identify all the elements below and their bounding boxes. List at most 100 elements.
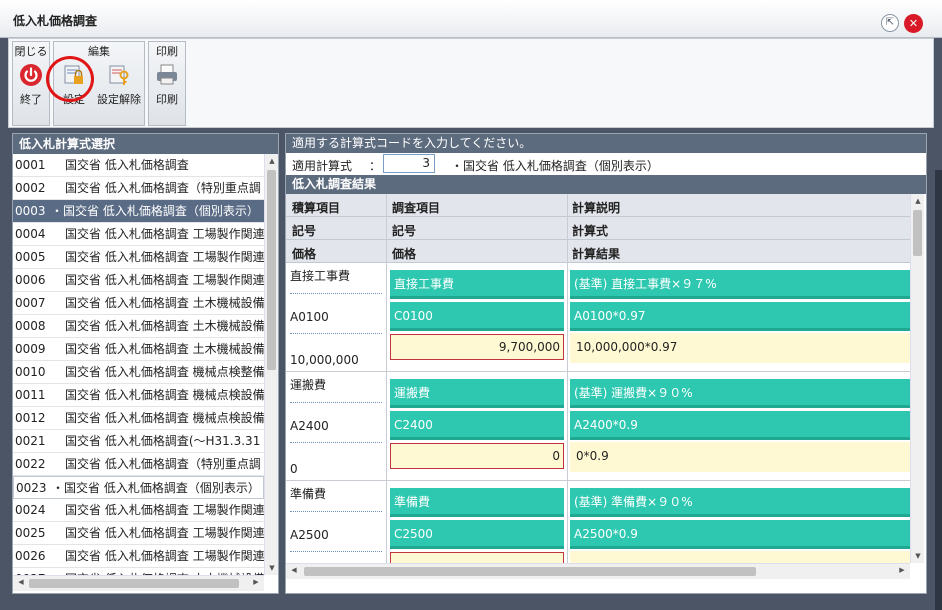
formula-list-item[interactable]: 0024 国交省 低入札価格調査 工場製作関連 — [13, 499, 264, 522]
item-name: 運搬費 — [290, 378, 327, 392]
formula-list: 0001 国交省 低入札価格調査 0002 国交省 低入札価格調査（特別重点調 0003… — [13, 154, 264, 575]
column-divider — [567, 194, 568, 563]
formula-code-input[interactable]: 3 — [383, 154, 435, 173]
calc-description-cell[interactable]: (基準) 直接工事費×９７% — [570, 270, 910, 299]
survey-item-cell[interactable]: 運搬費 — [390, 379, 564, 408]
title-bar: 低入札価格調査 ⇱ ✕ — [0, 0, 942, 38]
survey-price-input[interactable]: 9,700,000 — [390, 334, 564, 360]
formula-list-item[interactable]: 0025 国交省 低入札価格調査 工場製作関連 — [13, 522, 264, 545]
print-button[interactable]: 印刷 — [151, 60, 183, 120]
scroll-right-icon[interactable]: ▶ — [249, 578, 263, 586]
survey-item-cell[interactable]: 直接工事費 — [390, 270, 564, 299]
window-edge — [935, 170, 942, 610]
list-vertical-scrollbar[interactable]: ▲ ▼ — [264, 154, 278, 575]
survey-price-input[interactable]: 0 — [390, 443, 564, 469]
formula-name: 国交省 低入札価格調査 工場製作関連 — [65, 526, 264, 540]
formula-name: 国交省 低入札価格調査 土木機械設備 — [65, 342, 264, 356]
survey-price-input[interactable] — [390, 552, 564, 563]
survey-code-cell[interactable]: C2400 — [390, 411, 564, 440]
popout-icon[interactable]: ⇱ — [881, 14, 899, 32]
scroll-down-icon[interactable]: ▼ — [265, 564, 279, 572]
formula-list-item[interactable]: 0001 国交省 低入札価格調査 — [13, 154, 264, 177]
calc-formula-cell[interactable]: A0100*0.97 — [570, 302, 910, 331]
formula-list-item[interactable]: 0004 国交省 低入札価格調査 工場製作関連 — [13, 223, 264, 246]
formula-code: 0007 — [15, 296, 46, 310]
calc-description-cell[interactable]: (基準) 準備費×９０% — [570, 488, 910, 517]
formula-list-item[interactable]: 0002 国交省 低入札価格調査（特別重点調 — [13, 177, 264, 200]
item-price: 0 — [290, 462, 298, 476]
list-scroll-thumb[interactable] — [267, 170, 276, 370]
unset-label: 設定解除 — [97, 93, 141, 106]
row-separator — [286, 480, 910, 481]
formula-list-item[interactable]: 0022 国交省 低入札価格調査（特別重点調 — [13, 453, 264, 476]
formula-list-item[interactable]: 0003 ・国交省 低入札価格調査（個別表示） — [13, 200, 264, 223]
formula-code: 0004 — [15, 227, 46, 241]
grid-horizontal-scrollbar[interactable]: ◀ ▶ — [286, 563, 910, 579]
survey-item-cell[interactable]: 準備費 — [390, 488, 564, 517]
scroll-right-icon[interactable]: ▶ — [895, 566, 909, 574]
scroll-left-icon[interactable]: ◀ — [287, 566, 301, 574]
formula-list-item[interactable]: 0007 国交省 低入札価格調査 土木機械設備 — [13, 292, 264, 315]
dotted-divider — [290, 442, 382, 443]
item-name: 準備費 — [290, 487, 327, 501]
exit-label: 終了 — [20, 93, 42, 106]
col-header: 価格 — [292, 247, 317, 261]
formula-code: 0011 — [15, 388, 46, 402]
calc-result-cell: 10,000,000*0.97 — [570, 333, 910, 363]
item-code: A2400 — [290, 419, 329, 433]
formula-list-item[interactable]: 0026 国交省 低入札価格調査 工場製作関連 — [13, 545, 264, 568]
unlock-key-icon — [109, 65, 129, 85]
instruction-header: 適用する計算式コードを入力してください。 — [286, 134, 926, 153]
list-horizontal-scrollbar[interactable]: ◀ ▶ — [13, 575, 264, 591]
list-hscroll-thumb[interactable] — [29, 579, 239, 588]
formula-name: 国交省 低入札価格調査(～H31.3.31 — [65, 434, 261, 448]
col-header: 記号 — [292, 224, 317, 238]
calc-formula-cell[interactable]: A2400*0.9 — [570, 411, 910, 440]
formula-list-item[interactable]: 0005 国交省 低入札価格調査 工場製作関連 — [13, 246, 264, 269]
calc-description-cell[interactable]: (基準) 運搬費×９０% — [570, 379, 910, 408]
col-header: 記号 — [392, 224, 417, 238]
formula-name: 国交省 低入札価格調査 機械点検設備 — [65, 411, 264, 425]
formula-list-item[interactable]: 0027国交省 低入札価格調査 土木機械設備 — [13, 568, 264, 575]
grid-vertical-scrollbar[interactable]: ▲ ▼ — [910, 194, 924, 563]
dotted-divider — [290, 293, 382, 294]
calc-formula-cell[interactable]: A2500*0.9 — [570, 520, 910, 549]
colon-text: ： — [369, 159, 382, 173]
col-header: 積算項目 — [292, 201, 341, 215]
formula-select-panel: 低入札計算式選択 0001 国交省 低入札価格調査 0002 国交省 低入札価格調査（… — [12, 133, 279, 594]
grid-hscroll-thumb[interactable] — [304, 567, 756, 576]
ribbon-toolbar: 閉じる 終了 編集 設定 設定解除 印刷 印刷 — [8, 38, 934, 128]
formula-code: 0026 — [15, 549, 46, 563]
scroll-up-icon[interactable]: ▲ — [911, 197, 925, 205]
grid-scroll-thumb[interactable] — [913, 210, 922, 256]
scroll-left-icon[interactable]: ◀ — [14, 578, 28, 586]
survey-code-cell[interactable]: C2500 — [390, 520, 564, 549]
formula-detail-panel: 適用する計算式コードを入力してください。 適用計算式 ： 3 ・国交省 低入札価… — [285, 133, 927, 594]
formula-list-item[interactable]: 0011 国交省 低入札価格調査 機械点検設備 — [13, 384, 264, 407]
close-icon[interactable]: ✕ — [904, 14, 923, 33]
formula-name: 国交省 低入札価格調査 工場製作関連 — [65, 227, 264, 241]
formula-list-item[interactable]: 0006 国交省 低入札価格調査 工場製作関連 — [13, 269, 264, 292]
scroll-down-icon[interactable]: ▼ — [911, 552, 925, 560]
column-divider — [386, 194, 387, 563]
formula-list-item[interactable]: 0008 国交省 低入札価格調査 土木機械設備 — [13, 315, 264, 338]
unset-button[interactable]: 設定解除 — [94, 60, 144, 120]
formula-list-item[interactable]: 0023 ・国交省 低入札価格調査（個別表示） — [13, 476, 264, 499]
item-price: 10,000,000 — [290, 353, 359, 367]
formula-list-item[interactable]: 0010 国交省 低入札価格調査 機械点検整備 — [13, 361, 264, 384]
formula-list-item[interactable]: 0012 国交省 低入札価格調査 機械点検設備 — [13, 407, 264, 430]
scroll-up-icon[interactable]: ▲ — [265, 157, 279, 165]
dialog-window: 低入札価格調査 ⇱ ✕ 閉じる 終了 編集 設定 設定解除 印刷 印刷 低入札計… — [0, 0, 942, 610]
survey-code-cell[interactable]: C0100 — [390, 302, 564, 331]
formula-list-item[interactable]: 0009 国交省 低入札価格調査 土木機械設備 — [13, 338, 264, 361]
formula-list-item[interactable]: 0021 国交省 低入札価格調査(～H31.3.31 — [13, 430, 264, 453]
col-header: 計算結果 — [572, 247, 621, 261]
item-code: A2500 — [290, 528, 329, 542]
col-header: 調査項目 — [392, 201, 441, 215]
formula-name: 国交省 低入札価格調査 工場製作関連 — [65, 273, 264, 287]
formula-code: 0002 — [15, 181, 46, 195]
formula-code: 0003 — [15, 204, 46, 218]
formula-code: 0012 — [15, 411, 46, 425]
formula-code: 0009 — [15, 342, 46, 356]
exit-button[interactable]: 終了 — [15, 60, 47, 120]
